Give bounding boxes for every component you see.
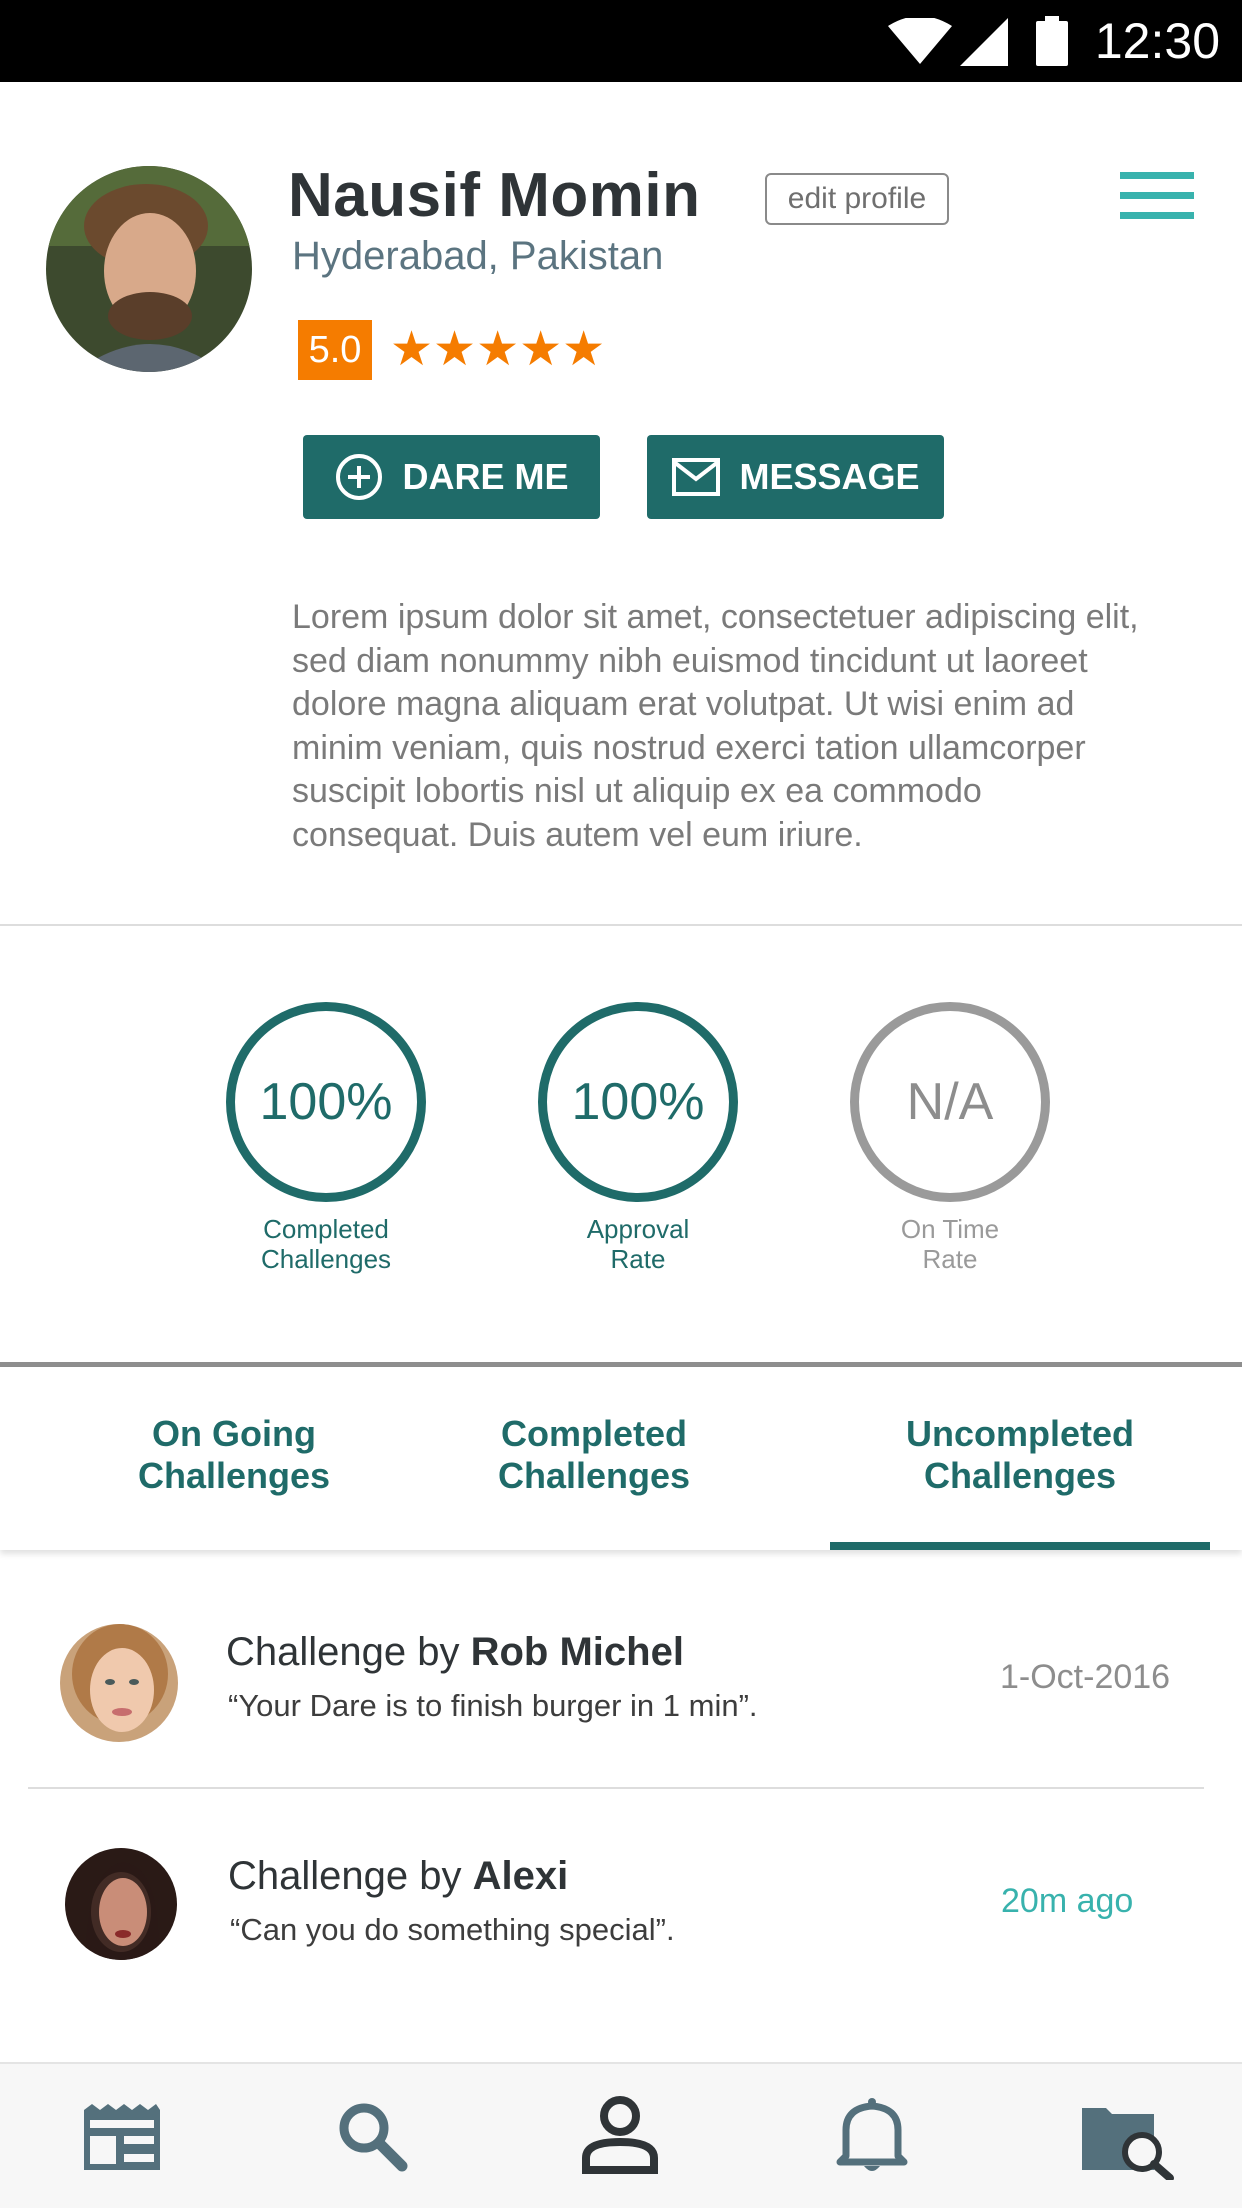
profile-avatar[interactable] (46, 166, 252, 372)
profile-location: Hyderabad, Pakistan (292, 234, 664, 278)
challenge-title: Challenge by Rob Michel (226, 1630, 684, 1674)
tab-uncompleted-challenges[interactable]: Uncompleted Challenges (860, 1413, 1180, 1497)
stat-completed: 100% Completed Challenges (206, 1002, 446, 1274)
mail-icon (672, 458, 721, 496)
list-item[interactable]: Challenge by Rob Michel “Your Dare is to… (0, 1600, 1242, 1785)
plus-circle-icon (336, 454, 383, 500)
bottom-navigation (0, 2062, 1242, 2208)
folder-search-icon[interactable] (1080, 2100, 1176, 2180)
active-tab-indicator (830, 1542, 1210, 1550)
profile-icon[interactable] (580, 2094, 660, 2174)
avatar (65, 1848, 177, 1960)
divider (28, 1787, 1204, 1789)
challenge-quote: “Can you do something special”. (230, 1912, 675, 1947)
stat-ring: N/A (850, 1002, 1050, 1202)
edit-profile-button[interactable]: edit profile (765, 173, 949, 225)
challenge-time: 20m ago (1001, 1882, 1134, 1920)
rating-badge: 5.0 (298, 320, 372, 380)
bell-icon[interactable] (836, 2096, 908, 2176)
wifi-icon (888, 18, 952, 64)
dare-me-label: DARE ME (402, 456, 569, 497)
stat-ring: 100% (226, 1002, 426, 1202)
list-item[interactable]: Challenge by Alexi “Can you do something… (0, 1820, 1242, 2010)
battery-icon (1036, 16, 1068, 66)
stat-on-time: N/A On Time Rate (830, 1002, 1070, 1274)
status-time: 12:30 (1094, 13, 1220, 69)
challenge-quote: “Your Dare is to finish burger in 1 min”… (228, 1688, 758, 1723)
signal-icon (960, 18, 1008, 66)
menu-icon[interactable] (1120, 172, 1194, 222)
challenge-date: 1-Oct-2016 (1000, 1658, 1171, 1696)
star-rating: ★★★★★ (390, 323, 606, 376)
stat-label: On Time Rate (900, 1214, 1000, 1274)
profile-bio: Lorem ipsum dolor sit amet, consectetuer… (292, 598, 1139, 854)
challenge-tabs: On Going Challenges Completed Challenges U… (0, 1367, 1242, 1550)
divider (0, 924, 1242, 926)
message-label: MESSAGE (739, 456, 920, 497)
profile-name: Nausif Momin (288, 161, 701, 230)
tab-completed-challenges[interactable]: Completed Challenges (452, 1413, 736, 1497)
search-icon[interactable] (336, 2100, 408, 2172)
status-bar: 12:30 (0, 0, 1242, 82)
stat-approval: 100% Approval Rate (518, 1002, 758, 1274)
dare-me-button[interactable]: DARE ME (303, 435, 600, 519)
message-button[interactable]: MESSAGE (647, 435, 944, 519)
stat-label: Approval Rate (586, 1214, 690, 1274)
tab-ongoing-challenges[interactable]: On Going Challenges (92, 1413, 376, 1497)
stat-ring: 100% (538, 1002, 738, 1202)
challenge-title: Challenge by Alexi (228, 1854, 569, 1898)
avatar (60, 1624, 178, 1742)
feed-icon[interactable] (82, 2102, 162, 2172)
stat-label: Completed Challenges (260, 1214, 392, 1274)
